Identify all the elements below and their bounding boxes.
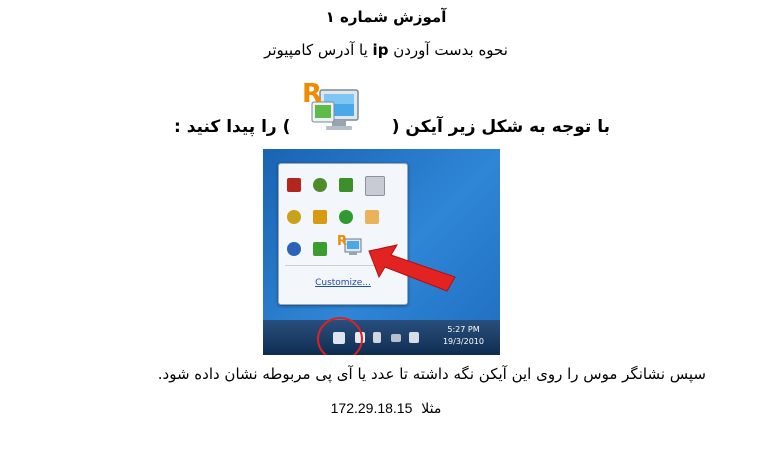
red-arrow — [367, 241, 457, 293]
signal-icon — [391, 334, 401, 342]
network-icon — [287, 178, 301, 192]
subtitle-before: نحوه بدست آوردن — [388, 41, 508, 59]
device-icon — [373, 332, 381, 343]
phone-icon — [287, 210, 301, 224]
clock-date: 19/3/2010 — [442, 337, 484, 346]
tray-screenshot: R Customize... 5:27 PM 19/3/2010 — [263, 149, 500, 355]
clock: 5:27 PM 19/3/2010 — [443, 324, 484, 348]
volume-icon — [409, 332, 419, 343]
clock-time: 5:27 PM — [447, 325, 480, 334]
frog-icon — [339, 210, 353, 224]
speaker-icon — [365, 176, 385, 196]
remote-tray-icon[interactable]: R — [337, 232, 363, 258]
smile-icon — [365, 210, 379, 224]
subtitle: نحوه بدست آوردن ip یا آدرس کامپیوتر — [0, 41, 772, 59]
page-title: آموزش شماره ۱ — [325, 8, 447, 26]
torrent-icon — [313, 242, 327, 256]
svg-text:R: R — [337, 234, 347, 249]
highlight-circle — [317, 317, 363, 355]
shield-icon — [313, 178, 327, 192]
instruction-right: با توجه به شکل زیر آیکن ( — [391, 117, 610, 137]
example-ip: 172.29.18.15 — [330, 400, 413, 416]
messenger-icon — [287, 242, 301, 256]
taskbar: 5:27 PM 19/3/2010 — [263, 320, 500, 355]
app-icon — [339, 178, 353, 192]
svg-text:R: R — [302, 79, 322, 109]
example-line: 172.29.18.15 مثلا — [0, 400, 772, 417]
subtitle-after: یا آدرس کامپیوتر — [264, 41, 373, 59]
instruction-left: ) را پیدا کنید : — [174, 117, 291, 137]
antivirus-icon — [313, 210, 327, 224]
remote-desktop-icon: R — [300, 76, 362, 138]
example-label: مثلا — [421, 401, 442, 417]
description-text: سپس نشانگر موس را روی این آیکن نگه داشته… — [157, 365, 706, 383]
subtitle-keyword: ip — [372, 41, 389, 59]
